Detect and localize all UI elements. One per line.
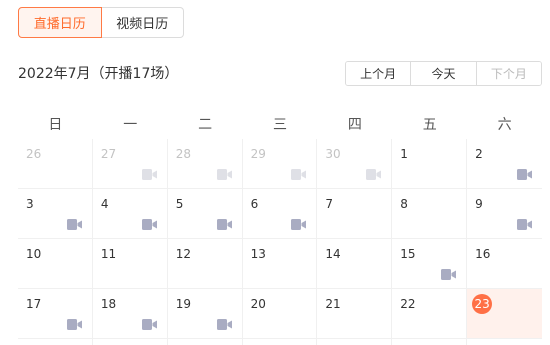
calendar-day[interactable]: 22 — [392, 289, 468, 339]
day-number: 8 — [400, 197, 408, 211]
video-camera-icon — [516, 169, 532, 180]
day-number: 9 — [475, 197, 483, 211]
tab-video-calendar[interactable]: 视频日历 — [101, 7, 184, 38]
calendar-day[interactable]: 14 — [317, 239, 393, 289]
calendar-type-tabs: 直播日历 视频日历 — [18, 7, 184, 38]
calendar-day[interactable]: 28 — [167, 139, 243, 189]
prev-month-button[interactable]: 上个月 — [346, 62, 411, 85]
video-camera-icon — [216, 219, 232, 230]
next-month-button[interactable]: 下个月 — [475, 62, 541, 85]
video-camera-icon — [141, 219, 157, 230]
month-title: 2022年7月（开播17场） — [18, 66, 179, 82]
calendar-day[interactable]: 15 — [392, 239, 468, 289]
calendar-row-cutoff — [167, 339, 243, 345]
calendar-day[interactable]: 6 — [242, 189, 318, 239]
today-button[interactable]: 今天 — [410, 62, 476, 85]
day-number: 19 — [175, 297, 191, 311]
weekday-fri: 五 — [422, 117, 437, 133]
day-number: 21 — [325, 297, 341, 311]
calendar-row-cutoff — [92, 339, 168, 345]
day-number: 10 — [26, 247, 42, 261]
calendar-grid: 26 27 28 29 30 1 2 3 4 5 6 7 8 9 10 11 12 13 14 15 16 17 18 19 2… — [18, 139, 542, 345]
day-number: 27 — [100, 147, 117, 161]
video-camera-icon — [516, 219, 532, 230]
calendar-day[interactable]: 1 — [392, 139, 468, 189]
day-number: 4 — [100, 197, 109, 211]
video-camera-icon — [66, 219, 82, 230]
calendar-day[interactable]: 4 — [92, 189, 168, 239]
calendar-row-cutoff — [18, 339, 93, 345]
video-camera-icon — [141, 319, 157, 330]
tab-live-calendar[interactable]: 直播日历 — [18, 7, 102, 38]
day-number: 15 — [400, 247, 416, 261]
day-number: 16 — [475, 247, 491, 261]
calendar-day[interactable]: 9 — [467, 189, 542, 239]
day-number: 2 — [475, 147, 483, 161]
calendar-day[interactable]: 12 — [167, 239, 243, 289]
video-camera-icon — [366, 169, 382, 180]
calendar-day[interactable]: 2 — [467, 139, 542, 189]
calendar-day[interactable]: 18 — [92, 289, 168, 339]
video-camera-icon — [66, 319, 82, 330]
calendar-day[interactable]: 5 — [167, 189, 243, 239]
calendar-day[interactable]: 27 — [92, 139, 168, 189]
calendar-day[interactable]: 10 — [18, 239, 93, 289]
calendar-day[interactable]: 16 — [467, 239, 542, 289]
day-number: 20 — [250, 297, 266, 311]
weekday-wed: 三 — [272, 117, 287, 133]
video-camera-icon — [141, 169, 157, 180]
day-number: 22 — [400, 297, 416, 311]
day-number: 26 — [26, 147, 42, 161]
weekday-sat: 六 — [497, 117, 512, 133]
calendar-day[interactable]: 8 — [392, 189, 468, 239]
calendar-day[interactable]: 19 — [167, 289, 243, 339]
day-number: 14 — [325, 247, 341, 261]
calendar-day[interactable]: 21 — [317, 289, 393, 339]
video-camera-icon — [291, 169, 307, 180]
day-number: 23 — [472, 294, 493, 314]
video-camera-icon — [216, 169, 232, 180]
weekday-header: 日 一 二 三 四 五 六 — [18, 110, 542, 138]
day-number: 13 — [250, 247, 266, 261]
day-number: 5 — [175, 197, 184, 211]
day-number: 12 — [175, 247, 191, 261]
calendar-day[interactable]: 30 — [317, 139, 393, 189]
weekday-tue: 二 — [198, 117, 213, 133]
calendar-day[interactable]: 13 — [242, 239, 318, 289]
weekday-mon: 一 — [123, 117, 138, 133]
day-number: 29 — [250, 147, 266, 161]
calendar-day[interactable]: 3 — [18, 189, 93, 239]
day-number: 7 — [325, 197, 334, 211]
weekday-sun: 日 — [48, 117, 63, 133]
calendar-day[interactable]: 26 — [18, 139, 93, 189]
calendar-day[interactable]: 7 — [317, 189, 393, 239]
calendar-day-today[interactable]: 23 — [467, 289, 542, 339]
day-number: 17 — [26, 297, 42, 311]
calendar-row-cutoff — [467, 339, 542, 345]
day-number: 30 — [325, 147, 341, 161]
day-number: 1 — [400, 147, 408, 161]
video-camera-icon — [216, 319, 232, 330]
day-number: 11 — [100, 247, 117, 261]
calendar-day[interactable]: 11 — [92, 239, 168, 289]
video-camera-icon — [441, 269, 457, 280]
calendar-day[interactable]: 17 — [18, 289, 93, 339]
video-camera-icon — [291, 219, 307, 230]
calendar-row-cutoff — [392, 339, 468, 345]
month-navigation: 上个月 今天 下个月 — [345, 61, 542, 86]
weekday-thu: 四 — [347, 117, 362, 133]
calendar-day[interactable]: 29 — [242, 139, 318, 189]
day-number: 28 — [175, 147, 191, 161]
calendar-row-cutoff — [242, 339, 318, 345]
calendar-row-cutoff — [317, 339, 393, 345]
calendar-day[interactable]: 20 — [242, 289, 318, 339]
day-number: 18 — [100, 297, 117, 311]
day-number: 6 — [250, 197, 259, 211]
day-number: 3 — [26, 197, 34, 211]
